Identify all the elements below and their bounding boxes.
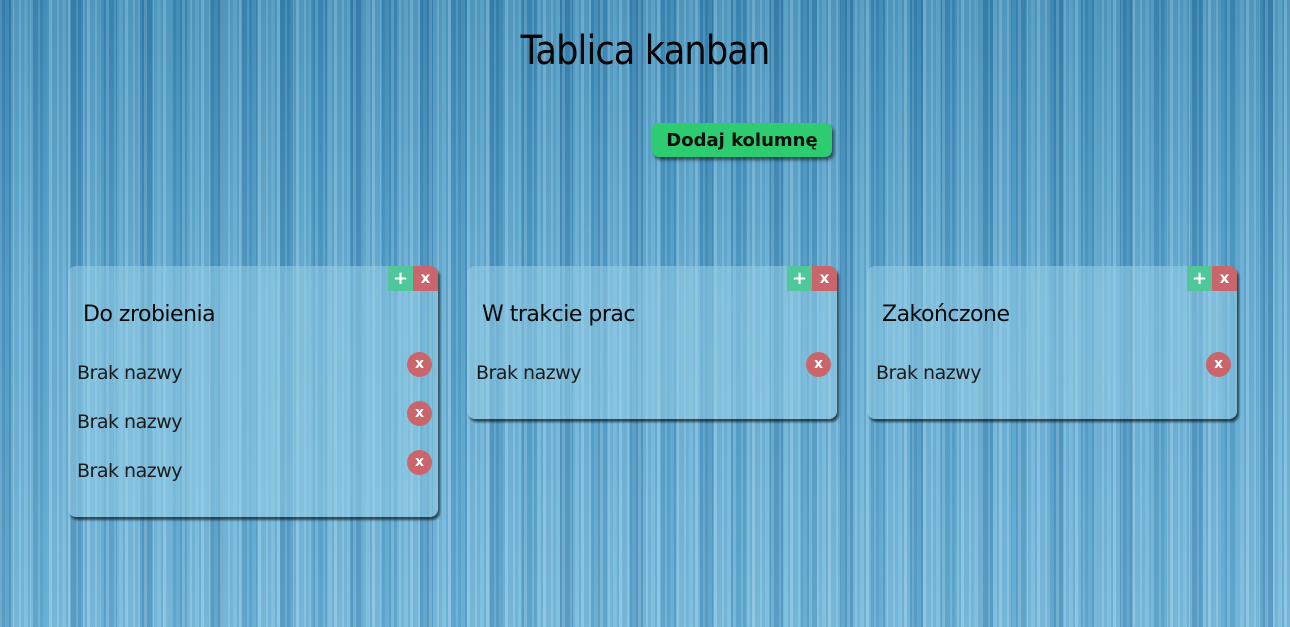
delete-card-button[interactable]: x	[1206, 352, 1231, 377]
delete-card-button[interactable]: x	[407, 352, 432, 377]
card[interactable]: Brak nazwy x	[68, 401, 438, 450]
card-list: Brak nazwy x	[867, 352, 1237, 401]
delete-card-button[interactable]: x	[407, 450, 432, 475]
page-title: Tablica kanban	[520, 28, 771, 74]
column-title: Zakończone	[882, 302, 1010, 327]
column-actions: + x	[787, 266, 837, 291]
card-list: Brak nazwy x Brak nazwy x Brak nazwy x	[68, 352, 438, 499]
delete-card-button[interactable]: x	[407, 401, 432, 426]
card-name: Brak nazwy	[77, 362, 182, 384]
delete-column-button[interactable]: x	[1212, 266, 1237, 291]
card-name: Brak nazwy	[77, 460, 182, 482]
delete-card-button[interactable]: x	[806, 352, 831, 377]
card-list: Brak nazwy x	[467, 352, 837, 401]
delete-column-button[interactable]: x	[413, 266, 438, 291]
card[interactable]: Brak nazwy x	[467, 352, 837, 401]
delete-column-button[interactable]: x	[812, 266, 837, 291]
card-name: Brak nazwy	[876, 362, 981, 384]
add-card-button[interactable]: +	[787, 266, 812, 291]
add-card-button[interactable]: +	[388, 266, 413, 291]
card-name: Brak nazwy	[77, 411, 182, 433]
column-title: Do zrobienia	[83, 302, 216, 327]
card-name: Brak nazwy	[476, 362, 581, 384]
kanban-column-done: + x Zakończone Brak nazwy x	[867, 266, 1237, 419]
column-title: W trakcie prac	[482, 302, 635, 327]
kanban-column-in-progress: + x W trakcie prac Brak nazwy x	[467, 266, 837, 419]
card[interactable]: Brak nazwy x	[68, 352, 438, 401]
add-card-button[interactable]: +	[1187, 266, 1212, 291]
column-actions: + x	[388, 266, 438, 291]
card[interactable]: Brak nazwy x	[867, 352, 1237, 401]
kanban-column-todo: + x Do zrobienia Brak nazwy x Brak nazwy…	[68, 266, 438, 517]
column-actions: + x	[1187, 266, 1237, 291]
add-column-button[interactable]: Dodaj kolumnę	[652, 123, 832, 157]
card[interactable]: Brak nazwy x	[68, 450, 438, 499]
